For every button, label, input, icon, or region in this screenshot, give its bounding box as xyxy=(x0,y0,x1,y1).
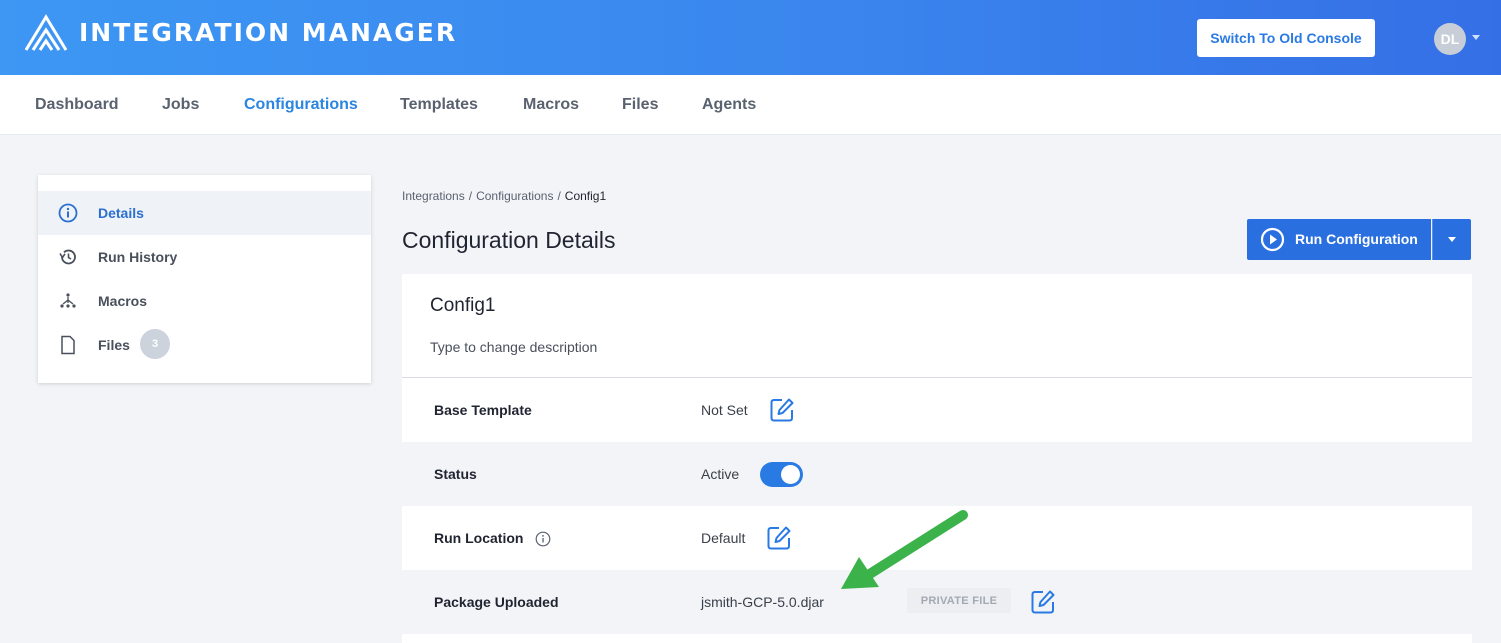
row-base-template: Base Template Not Set xyxy=(402,378,1472,442)
nav-files[interactable]: Files xyxy=(622,96,658,114)
sidebar-item-files[interactable]: Files 3 xyxy=(38,323,371,367)
sidebar-item-label: Macros xyxy=(98,293,148,309)
base-template-label: Base Template xyxy=(434,402,532,418)
app-logo-icon xyxy=(24,14,68,51)
app-title: INTEGRATION MANAGER xyxy=(79,18,458,47)
status-toggle[interactable] xyxy=(760,462,803,487)
run-location-label: Run Location xyxy=(434,530,524,546)
breadcrumb-configurations[interactable]: Configurations xyxy=(476,189,553,203)
breadcrumb-current: Config1 xyxy=(564,189,607,203)
chevron-down-icon[interactable] xyxy=(1472,35,1480,40)
config-sidebar: Details Run History Macros Files 3 xyxy=(38,175,371,383)
edit-package-icon[interactable] xyxy=(1030,589,1056,615)
files-count-badge: 3 xyxy=(140,329,170,359)
sidebar-item-label: Details xyxy=(98,205,144,221)
main-nav: Dashboard Jobs Configurations Templates … xyxy=(0,75,1501,135)
config-name[interactable]: Config1 xyxy=(430,295,496,317)
status-value: Active xyxy=(701,466,740,482)
edit-base-template-icon[interactable] xyxy=(769,397,795,423)
run-location-value: Default xyxy=(701,530,746,546)
row-status: Status Active xyxy=(402,442,1472,506)
run-options-dropdown[interactable] xyxy=(1432,219,1471,260)
nav-templates[interactable]: Templates xyxy=(400,96,478,114)
macros-icon xyxy=(60,293,76,308)
sidebar-item-details[interactable]: Details xyxy=(38,191,371,235)
package-file-name[interactable]: jsmith-GCP-5.0.djar xyxy=(701,594,824,610)
row-run-location: Run Location Default xyxy=(402,506,1472,570)
config-details-card: Config1 Type to change description Base … xyxy=(402,274,1472,643)
nav-dashboard[interactable]: Dashboard xyxy=(35,96,119,114)
sidebar-item-label: Run History xyxy=(98,249,178,265)
info-circle-icon xyxy=(58,203,78,223)
avatar[interactable]: DL xyxy=(1434,23,1466,55)
description-field[interactable]: Type to change description xyxy=(430,339,597,355)
nav-macros[interactable]: Macros xyxy=(523,96,579,114)
file-icon xyxy=(61,335,75,355)
edit-run-location-icon[interactable] xyxy=(766,525,792,551)
row-package-uploaded: Package Uploaded jsmith-GCP-5.0.djar PRI… xyxy=(402,570,1472,634)
play-circle-icon xyxy=(1260,227,1285,252)
breadcrumb: Integrations / Configurations / Config1 xyxy=(402,189,607,203)
private-file-badge: PRIVATE FILE xyxy=(907,588,1011,613)
run-configuration-label: Run Configuration xyxy=(1295,231,1418,247)
nav-agents[interactable]: Agents xyxy=(702,96,756,114)
nav-jobs[interactable]: Jobs xyxy=(162,96,199,114)
run-configuration-button[interactable]: Run Configuration xyxy=(1247,219,1431,260)
base-template-value: Not Set xyxy=(701,402,748,418)
top-bar: INTEGRATION MANAGER Switch To Old Consol… xyxy=(0,0,1501,75)
page-title: Configuration Details xyxy=(402,227,616,253)
breadcrumb-integrations[interactable]: Integrations xyxy=(402,189,465,203)
sidebar-item-label: Files xyxy=(98,337,130,353)
status-label: Status xyxy=(434,466,477,482)
switch-to-old-console-button[interactable]: Switch To Old Console xyxy=(1197,19,1375,57)
toggle-knob xyxy=(781,465,800,484)
info-icon[interactable] xyxy=(535,531,551,547)
history-icon xyxy=(59,249,76,265)
nav-configurations[interactable]: Configurations xyxy=(244,96,358,114)
sidebar-item-run-history[interactable]: Run History xyxy=(38,235,371,279)
sidebar-item-macros[interactable]: Macros xyxy=(38,279,371,323)
package-uploaded-label: Package Uploaded xyxy=(434,594,559,610)
chevron-down-icon xyxy=(1448,237,1456,242)
